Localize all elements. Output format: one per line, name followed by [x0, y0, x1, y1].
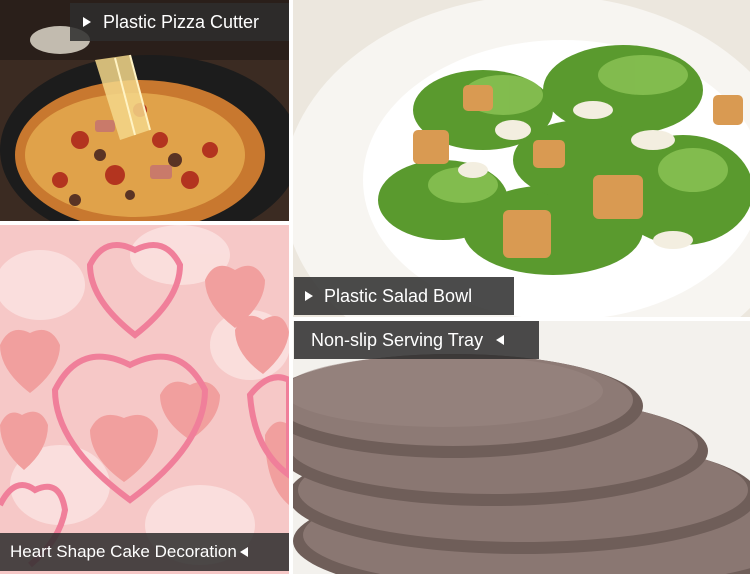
salad-bowl-image: [293, 0, 750, 317]
salad-bowl-caption: Plastic Salad Bowl: [294, 277, 514, 315]
heart-cake-decoration-caption: Heart Shape Cake Decoration: [0, 533, 289, 571]
pizza-cutter-caption: Plastic Pizza Cutter: [70, 3, 289, 41]
back-arrow-icon: [239, 547, 248, 557]
heart-cake-decoration-label: Heart Shape Cake Decoration: [10, 542, 237, 561]
heart-cake-decoration-photo: [0, 225, 289, 574]
salad-photo: [293, 0, 750, 317]
play-arrow-icon: [83, 17, 91, 27]
heart-decoration-image: [0, 225, 289, 574]
serving-tray-label: Non-slip Serving Tray: [311, 329, 484, 350]
salad-bowl-label: Plastic Salad Bowl: [324, 285, 473, 306]
back-arrow-icon: [496, 335, 505, 345]
play-arrow-icon: [305, 291, 313, 301]
serving-tray-caption: Non-slip Serving Tray: [294, 321, 539, 359]
pizza-cutter-label: Plastic Pizza Cutter: [103, 11, 260, 32]
product-collage: Plastic Pizza Cutter Plastic Salad Bowl …: [0, 0, 750, 574]
